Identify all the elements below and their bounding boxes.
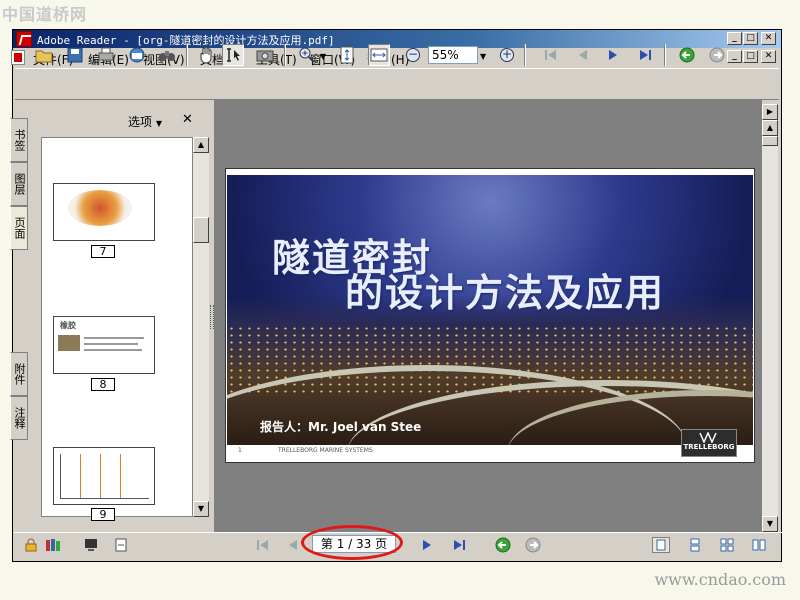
open-folder-icon[interactable] (33, 44, 55, 66)
scroll-up-icon[interactable]: ▲ (193, 137, 209, 153)
toolbar-separator (186, 44, 188, 66)
status-go-back-icon[interactable] (494, 537, 512, 553)
go-forward-icon[interactable] (706, 44, 728, 66)
continuous-view-icon[interactable] (686, 537, 704, 553)
slide-background-image: 隧道密封 的设计方法及应用 报告人：Mr. Joel van Stee (227, 175, 753, 445)
scroll-down-icon[interactable]: ▼ (762, 516, 778, 532)
thumbnail-7-image (68, 190, 132, 226)
thumbnail-8-title: 橡胶 (60, 321, 76, 330)
zoom-out-icon[interactable]: − (402, 44, 424, 66)
scroll-thumb[interactable] (762, 136, 778, 146)
save-icon[interactable] (64, 44, 86, 66)
scroll-down-icon[interactable]: ▼ (193, 501, 209, 517)
tab-attachments[interactable]: 附件 (10, 352, 28, 396)
toolbar-separator (664, 44, 666, 66)
thumbnail-9-line (100, 454, 101, 498)
email-icon[interactable] (126, 44, 148, 66)
slide-footer-company: TRELLEBORG MARINE SYSTEMS (278, 447, 373, 454)
select-text-tool-icon[interactable] (222, 44, 244, 66)
print-icon[interactable] (95, 44, 117, 66)
actual-size-icon[interactable] (336, 44, 358, 66)
continuous-facing-view-icon[interactable] (750, 537, 768, 553)
zoom-tool-icon[interactable] (296, 44, 318, 66)
thumbnail-page-8[interactable]: 橡胶 (53, 316, 155, 374)
monitor-icon[interactable] (82, 537, 100, 553)
snapshot-tool-icon[interactable] (254, 44, 276, 66)
tab-layers[interactable]: 图层 (10, 162, 28, 206)
watermark-bottom: www.cndao.com (654, 570, 786, 589)
status-first-page-icon[interactable] (254, 537, 272, 553)
options-label: 选项 (128, 115, 153, 129)
toolbar-separator (524, 44, 526, 66)
go-back-icon[interactable] (676, 44, 698, 66)
tab-pages[interactable]: 页面 (10, 206, 28, 250)
toolbar-separator (284, 44, 286, 66)
thumbnail-8-text-line (84, 337, 144, 339)
adobe-reader-icon (16, 31, 32, 47)
page-number-highlight-circle (301, 525, 403, 560)
thumbnail-9-chart (60, 454, 149, 499)
doc-close-button[interactable]: ✕ (761, 50, 776, 63)
status-go-forward-icon[interactable] (524, 537, 542, 553)
panel-close-icon[interactable]: ✕ (182, 112, 193, 127)
close-button[interactable]: ✕ (761, 32, 776, 45)
slide-presenter: 报告人：Mr. Joel van Stee (260, 420, 422, 434)
thumbnail-9-number: 9 (91, 508, 115, 521)
thumbnail-8-number: 8 (91, 378, 115, 391)
lock-icon[interactable] (22, 537, 40, 553)
thumbnail-8-image (58, 335, 80, 351)
thumbnails-panel[interactable]: 7 橡胶 8 9 (41, 137, 193, 521)
facing-view-icon[interactable] (718, 537, 736, 553)
thumbnail-page-9[interactable] (53, 447, 155, 505)
slide-title-line-2: 的设计方法及应用 (345, 271, 666, 315)
page-nav-arrow-icon[interactable]: ▶ (762, 104, 778, 120)
watermark-top: 中国道桥网 (2, 5, 88, 24)
doc-minimize-button[interactable]: _ (727, 50, 742, 63)
document-icon[interactable] (11, 50, 25, 65)
last-page-icon[interactable] (634, 44, 656, 66)
search-binoculars-icon[interactable] (156, 44, 178, 66)
status-last-page-icon[interactable] (450, 537, 468, 553)
thumbnail-9-line (80, 454, 81, 498)
tab-bookmarks[interactable]: 书签 (10, 118, 28, 162)
books-icon[interactable] (44, 537, 62, 553)
scroll-thumb[interactable] (193, 217, 209, 243)
next-page-icon[interactable] (602, 44, 624, 66)
zoom-level-dropdown-icon[interactable]: ▼ (480, 52, 486, 61)
pdf-page[interactable]: 隧道密封 的设计方法及应用 报告人：Mr. Joel van Stee TREL… (225, 168, 755, 463)
thumbnail-8-text-line (84, 343, 138, 345)
trelleborg-logo: TRELLEBORG (681, 429, 737, 457)
first-page-icon[interactable] (540, 44, 562, 66)
status-next-page-icon[interactable] (418, 537, 436, 553)
logo-text: TRELLEBORG (683, 443, 735, 451)
zoom-in-icon[interactable]: + (496, 44, 518, 66)
zoom-input[interactable]: 55% (428, 46, 478, 64)
thumbnails-scrollbar[interactable]: ▲ ▼ (193, 137, 209, 517)
thumbnail-8-text-line (84, 349, 142, 351)
status-previous-page-icon[interactable] (284, 537, 302, 553)
single-page-view-icon[interactable] (652, 537, 670, 553)
hand-tool-icon[interactable] (196, 44, 218, 66)
thumbnail-9-line (120, 454, 121, 498)
thumbnail-page-7[interactable] (53, 183, 155, 241)
options-menu[interactable]: 选项 ▼ (128, 113, 162, 130)
minimize-button[interactable]: _ (727, 32, 742, 45)
toolbar (15, 68, 779, 100)
scroll-up-icon[interactable]: ▲ (762, 120, 778, 136)
document-scrollbar[interactable]: ▶ ▲ ▼ (762, 104, 778, 532)
slide-footer-page: 1 (238, 447, 242, 454)
page-layout-icon[interactable] (112, 537, 130, 553)
zoom-dropdown-icon[interactable]: ▼ (320, 52, 326, 61)
maximize-button[interactable]: □ (743, 32, 758, 45)
fit-width-icon[interactable] (368, 44, 390, 66)
thumbnail-7-number: 7 (91, 245, 115, 258)
previous-page-icon[interactable] (572, 44, 594, 66)
chevron-down-icon: ▼ (155, 119, 162, 128)
doc-restore-button[interactable]: □ (743, 50, 758, 63)
tab-comments[interactable]: 注释 (10, 396, 28, 440)
